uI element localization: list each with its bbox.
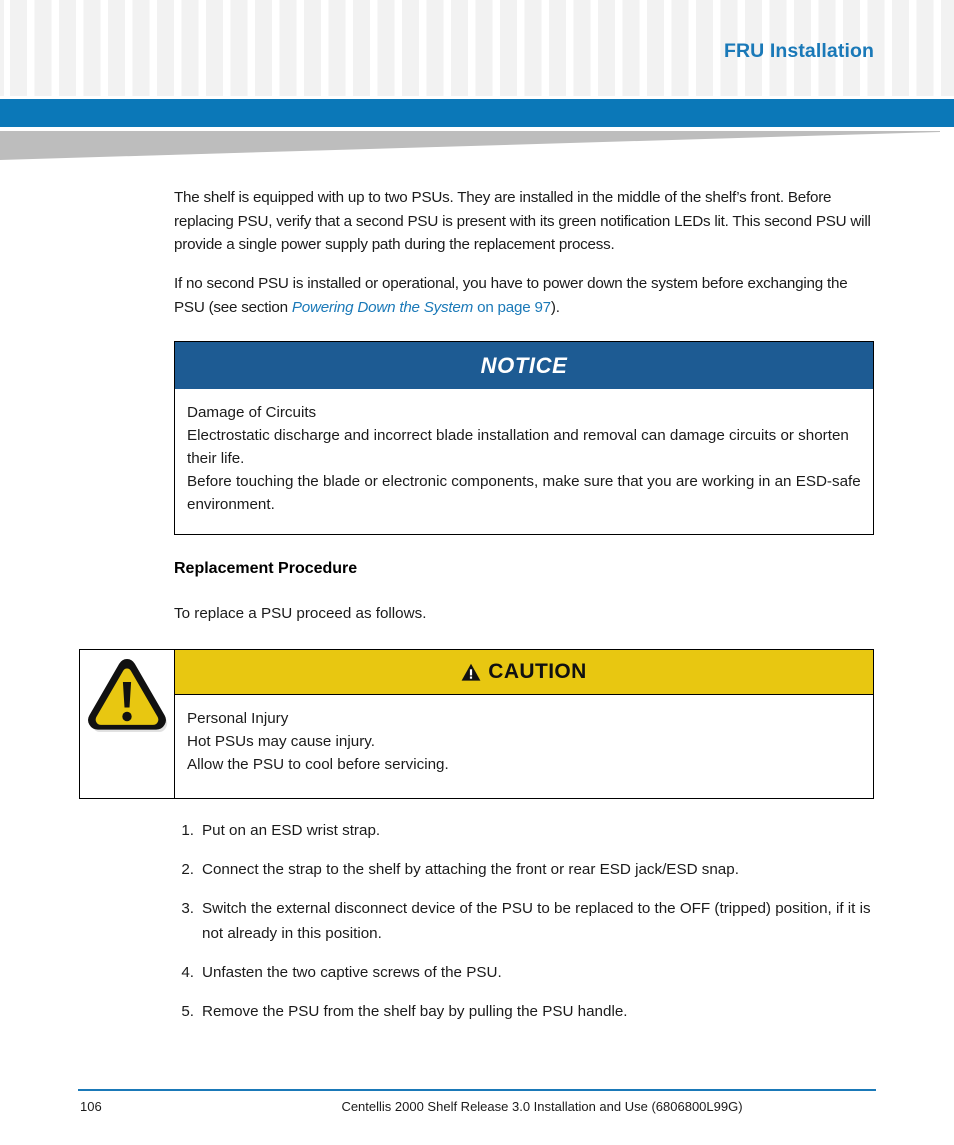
- step-text: Unfasten the two captive screws of the P…: [202, 964, 502, 981]
- page-title: FRU Installation: [723, 40, 874, 62]
- notice-body: Damage of Circuits Electrostatic dischar…: [175, 389, 873, 534]
- step-text: Remove the PSU from the shelf bay by pul…: [202, 1003, 628, 1020]
- notice-line-3: Before touching the blade or electronic …: [187, 473, 861, 513]
- page-header: FRU Installation: [0, 0, 954, 96]
- gray-wedge-shape: [0, 131, 940, 160]
- caution-body: Personal Injury Hot PSUs may cause injur…: [175, 695, 873, 798]
- caution-label: CAUTION: [488, 660, 587, 683]
- notice-header-bar: NOTICE: [175, 342, 873, 389]
- list-item: 1. Put on an ESD wrist strap.: [174, 818, 874, 843]
- section-intro-text: To replace a PSU proceed as follows.: [174, 605, 427, 622]
- caution-warning-icon: [461, 663, 481, 681]
- step-text: Connect the strap to the shelf by attach…: [202, 861, 739, 878]
- caution-main: CAUTION Personal Injury Hot PSUs may cau…: [175, 650, 873, 798]
- notice-line-1: Damage of Circuits: [187, 404, 317, 421]
- caution-callout-box: CAUTION Personal Injury Hot PSUs may cau…: [79, 649, 874, 799]
- list-item: 2. Connect the strap to the shelf by att…: [174, 857, 874, 882]
- paragraph-2-text-post: ).: [550, 298, 560, 316]
- header-gray-wedge: [0, 131, 954, 163]
- step-number: 3.: [181, 900, 194, 917]
- list-item: 5. Remove the PSU from the shelf bay by …: [174, 999, 874, 1024]
- list-item: 4. Unfasten the two captive screws of th…: [174, 960, 874, 985]
- cross-reference-page[interactable]: on page 97: [473, 299, 551, 316]
- step-number: 4.: [181, 964, 194, 981]
- caution-header-bar: CAUTION: [175, 650, 873, 695]
- caution-line-3: Allow the PSU to cool before servicing.: [187, 756, 449, 773]
- caution-line-1: Personal Injury: [187, 710, 289, 727]
- footer-document-title: Centellis 2000 Shelf Release 3.0 Install…: [341, 1099, 743, 1114]
- caution-icon-cell: [80, 650, 175, 798]
- intro-paragraph-2: If no second PSU is installed or operati…: [174, 272, 874, 319]
- step-number: 1.: [181, 822, 194, 839]
- step-number: 2.: [181, 861, 194, 878]
- warning-triangle-icon: [88, 659, 168, 732]
- step-text: Switch the external disconnect device of…: [202, 900, 871, 942]
- section-heading: Replacement Procedure: [174, 560, 358, 577]
- notice-callout-box: NOTICE Damage of Circuits Electrostatic …: [174, 341, 874, 535]
- step-number: 5.: [181, 1003, 194, 1020]
- caution-line-2: Hot PSUs may cause injury.: [187, 733, 375, 750]
- notice-label: NOTICE: [480, 352, 568, 378]
- step-text: Put on an ESD wrist strap.: [202, 822, 381, 839]
- header-blue-bar: [0, 99, 954, 127]
- list-item: 3. Switch the external disconnect device…: [174, 896, 874, 946]
- notice-line-2: Electrostatic discharge and incorrect bl…: [187, 427, 849, 467]
- intro-paragraph-1: The shelf is equipped with up to two PSU…: [174, 189, 871, 254]
- footer-divider: [78, 1089, 876, 1091]
- cross-reference-link[interactable]: Powering Down the System: [292, 299, 474, 316]
- replacement-steps-list: 1. Put on an ESD wrist strap. 2. Connect…: [174, 818, 874, 1038]
